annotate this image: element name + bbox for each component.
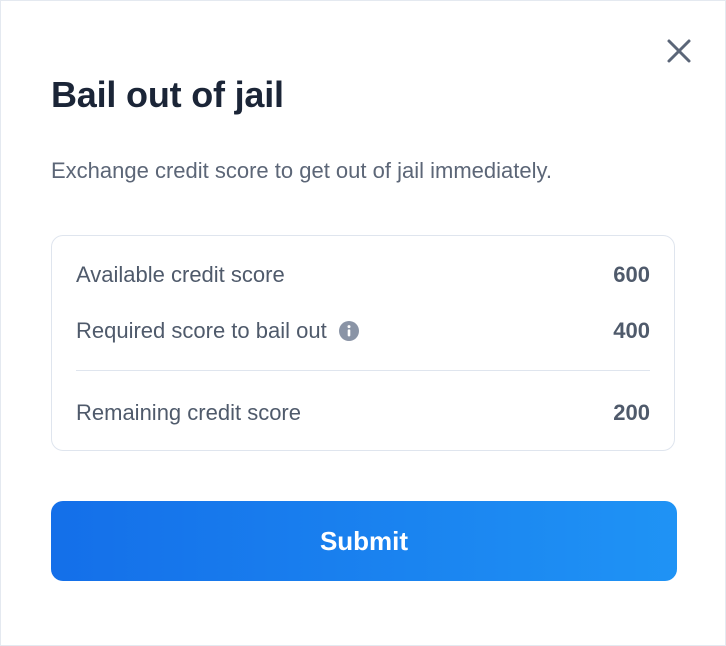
available-score-row: Available credit score 600 [76, 260, 650, 290]
divider [76, 370, 650, 371]
dialog-subtitle: Exchange credit score to get out of jail… [51, 158, 552, 183]
required-score-value: 400 [613, 318, 650, 343]
bail-dialog: Bail out of jail Exchange credit score t… [0, 0, 726, 646]
required-score-label-group: Required score to bail out [76, 318, 359, 344]
remaining-score-row: Remaining credit score 200 [76, 398, 650, 428]
remaining-score-value: 200 [613, 400, 650, 425]
required-score-row: Required score to bail out 400 [76, 316, 650, 346]
close-icon [667, 39, 691, 63]
required-score-label: Required score to bail out [76, 318, 327, 343]
available-score-label: Available credit score [76, 262, 285, 287]
info-icon[interactable] [338, 321, 359, 341]
remaining-score-label: Remaining credit score [76, 400, 301, 425]
submit-button[interactable]: Submit [51, 501, 677, 581]
close-button[interactable] [665, 37, 693, 65]
dialog-title: Bail out of jail [51, 74, 284, 115]
available-score-value: 600 [613, 262, 650, 287]
score-summary-card: Available credit score 600 Required scor… [51, 235, 675, 451]
